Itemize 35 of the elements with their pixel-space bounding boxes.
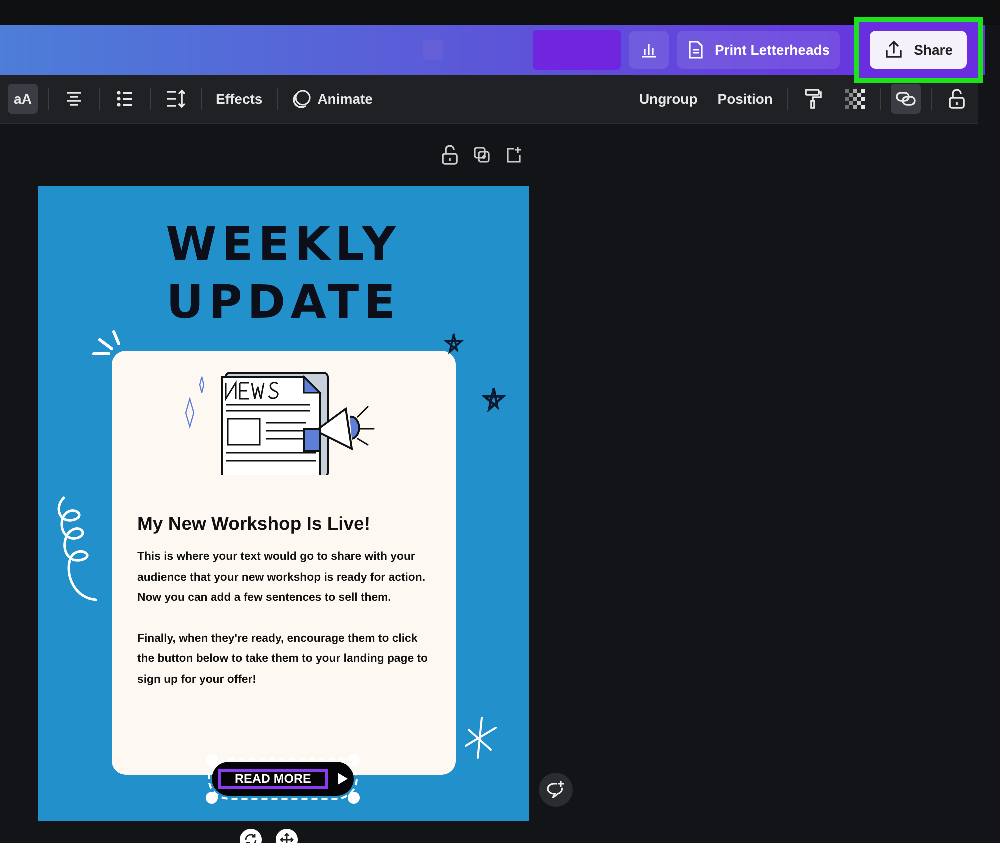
add-page-icon[interactable] — [505, 146, 523, 164]
line-spacing-icon — [165, 89, 187, 109]
toolbar-button[interactable]: Animate — [288, 84, 377, 114]
paint-roller-icon — [803, 88, 823, 110]
link-icon — [895, 89, 917, 109]
toolbar-button[interactable]: Position — [714, 84, 777, 114]
card-heading: My New Workshop Is Live! — [138, 513, 372, 535]
body-paragraph: This is where your text would go to share with your audience that your new workshop is ready for action. Now you can add a few sentences to sell them. — [138, 550, 426, 606]
body-paragraph: Finally, when they're ready, encourage them to click the button below to take them to your landing page to sign up for your offer! — [138, 632, 429, 688]
transparency-icon — [845, 89, 865, 109]
animate-circles-icon — [292, 89, 312, 109]
share-button[interactable]: Share — [870, 31, 967, 69]
add-comment-button[interactable] — [539, 773, 573, 807]
asterisk-sparkle-icon — [463, 716, 497, 760]
move-arrows-icon — [280, 833, 294, 843]
upload-icon — [884, 40, 904, 60]
unlocked-padlock-icon — [948, 88, 966, 110]
bullet-list-icon — [115, 90, 135, 108]
star-doodle-icon — [444, 332, 464, 354]
toolbar-button[interactable]: Effects — [212, 84, 267, 114]
play-triangle-icon — [338, 773, 348, 785]
toolbar-button[interactable]: aA — [8, 84, 38, 114]
duplicate-icon[interactable] — [473, 146, 491, 164]
document-icon — [686, 40, 705, 60]
star-doodle-icon — [482, 386, 506, 412]
weekly-update-title: WEEKLY UPDATE — [166, 216, 401, 330]
unlocked-padlock-icon — [441, 144, 459, 166]
insights-button[interactable] — [628, 31, 669, 69]
toolbar-icon-button[interactable] — [891, 84, 921, 114]
toolbar-button[interactable]: Ungroup — [635, 84, 702, 114]
rotate-icon — [244, 833, 258, 843]
comment-plus-icon — [546, 780, 566, 800]
align-center-icon — [64, 90, 84, 108]
read-more-button[interactable]: READ MORE — [212, 762, 354, 796]
print-button[interactable]: Print Letterheads — [676, 31, 840, 69]
